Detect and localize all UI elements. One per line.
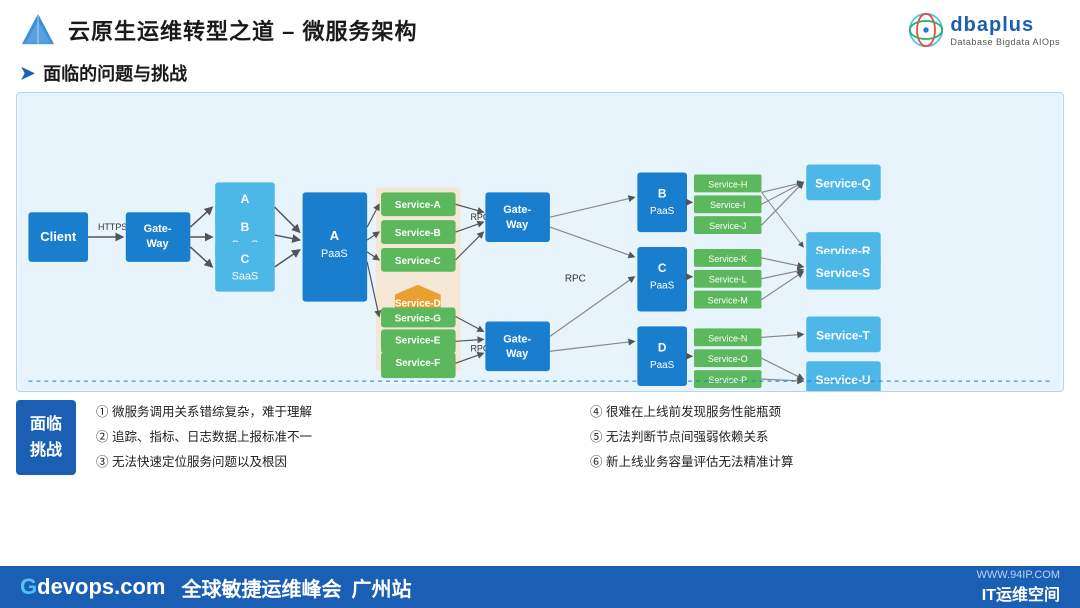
svg-text:Service-J: Service-J [709, 221, 746, 231]
svg-text:Service-K: Service-K [708, 254, 747, 264]
svg-text:C: C [241, 252, 250, 266]
svg-text:B: B [241, 220, 250, 234]
challenges-section: 面临 挑战 ① 微服务调用关系错综复杂，难于理解 ② 追踪、指标、日志数据上报标… [16, 400, 1064, 475]
footer-summit: 全球敏捷运维峰会 [182, 573, 342, 602]
svg-text:Service-F: Service-F [395, 358, 440, 369]
svg-text:Service-A: Service-A [395, 200, 441, 211]
challenge-items-left: ① 微服务调用关系错综复杂，难于理解 ② 追踪、指标、日志数据上报标准不一 ③ … [96, 400, 570, 475]
svg-text:Service-O: Service-O [708, 354, 748, 364]
footer-gdevops: Gdevops.com [20, 574, 166, 600]
svg-text:Service-U: Service-U [815, 373, 870, 387]
svg-text:PaaS: PaaS [321, 248, 348, 260]
challenge-item-2: ② 追踪、指标、日志数据上报标准不一 [96, 425, 570, 450]
challenge-badge: 面临 挑战 [16, 400, 76, 475]
svg-text:Way: Way [506, 348, 528, 360]
dbaplus-logo: dbaplus Database Bigdata AIOps [908, 12, 1060, 48]
svg-text:PaaS: PaaS [650, 360, 675, 371]
svg-text:Service-I: Service-I [710, 200, 745, 210]
svg-text:Way: Way [506, 219, 528, 231]
dbaplus-text: dbaplus Database Bigdata AIOps [950, 14, 1060, 47]
challenge-item-5: ⑤ 无法判断节点间强弱依赖关系 [590, 425, 1064, 450]
svg-text:RPC: RPC [565, 274, 586, 285]
svg-text:Service-G: Service-G [395, 313, 442, 324]
svg-text:C: C [658, 261, 667, 275]
svg-text:PaaS: PaaS [650, 206, 675, 217]
svg-text:Gate-: Gate- [144, 223, 172, 235]
svg-text:Service-S: Service-S [816, 266, 870, 280]
svg-text:D: D [658, 340, 667, 354]
svg-text:A: A [241, 192, 250, 206]
svg-text:Service-B: Service-B [395, 228, 441, 239]
svg-text:PaaS: PaaS [650, 281, 675, 292]
page-title: 云原生运维转型之道 – 微服务架构 [68, 14, 417, 46]
footer-left: Gdevops.com 全球敏捷运维峰会 广州站 [20, 573, 412, 602]
section-title: ➤ 面临的问题与挑战 [0, 56, 1080, 92]
diagram-area: Client HTTPS Gate- Way A SaaS B SaaS C S… [16, 92, 1064, 392]
footer: Gdevops.com 全球敏捷运维峰会 广州站 WWW.94IP.COM IT… [0, 566, 1080, 608]
footer-city: 广州站 [352, 573, 412, 602]
svg-text:Way: Way [147, 238, 169, 250]
challenge-item-6: ⑥ 新上线业务容量评估无法精准计算 [590, 450, 1064, 475]
svg-text:A: A [330, 228, 339, 243]
svg-text:Service-N: Service-N [708, 333, 747, 343]
svg-text:Service-P: Service-P [708, 375, 747, 385]
challenge-item-4: ④ 很难在上线前发现服务性能瓶颈 [590, 400, 1064, 425]
svg-text:Client: Client [40, 229, 77, 244]
svg-text:B: B [658, 186, 667, 200]
svg-text:Service-H: Service-H [708, 179, 747, 189]
footer-url: WWW.94IP.COM [976, 569, 1060, 581]
diagram-svg: Client HTTPS Gate- Way A SaaS B SaaS C S… [17, 93, 1063, 391]
svg-text:Service-Q: Service-Q [815, 176, 871, 190]
header: 云原生运维转型之道 – 微服务架构 dbaplus Database Bigda… [0, 0, 1080, 56]
svg-text:Service-E: Service-E [395, 335, 441, 346]
challenge-items-right: ④ 很难在上线前发现服务性能瓶颈 ⑤ 无法判断节点间强弱依赖关系 ⑥ 新上线业务… [590, 400, 1064, 475]
svg-text:HTTPS: HTTPS [98, 222, 127, 232]
svg-text:Gate-: Gate- [503, 333, 531, 345]
svg-text:Gate-: Gate- [503, 204, 531, 216]
svg-text:Service-L: Service-L [709, 275, 747, 285]
challenge-item-3: ③ 无法快速定位服务问题以及根因 [96, 450, 570, 475]
logo-mark [20, 12, 56, 48]
arrow-icon: ➤ [20, 63, 35, 84]
svg-text:Service-M: Service-M [708, 296, 748, 306]
svg-text:Service-C: Service-C [395, 256, 441, 267]
footer-brand: IT运维空间 [976, 581, 1060, 605]
svg-text:Service-T: Service-T [816, 328, 870, 342]
footer-right: WWW.94IP.COM IT运维空间 [976, 569, 1060, 605]
svg-text:SaaS: SaaS [232, 271, 259, 283]
challenge-item-1: ① 微服务调用关系错综复杂，难于理解 [96, 400, 570, 425]
dbaplus-icon [908, 12, 944, 48]
